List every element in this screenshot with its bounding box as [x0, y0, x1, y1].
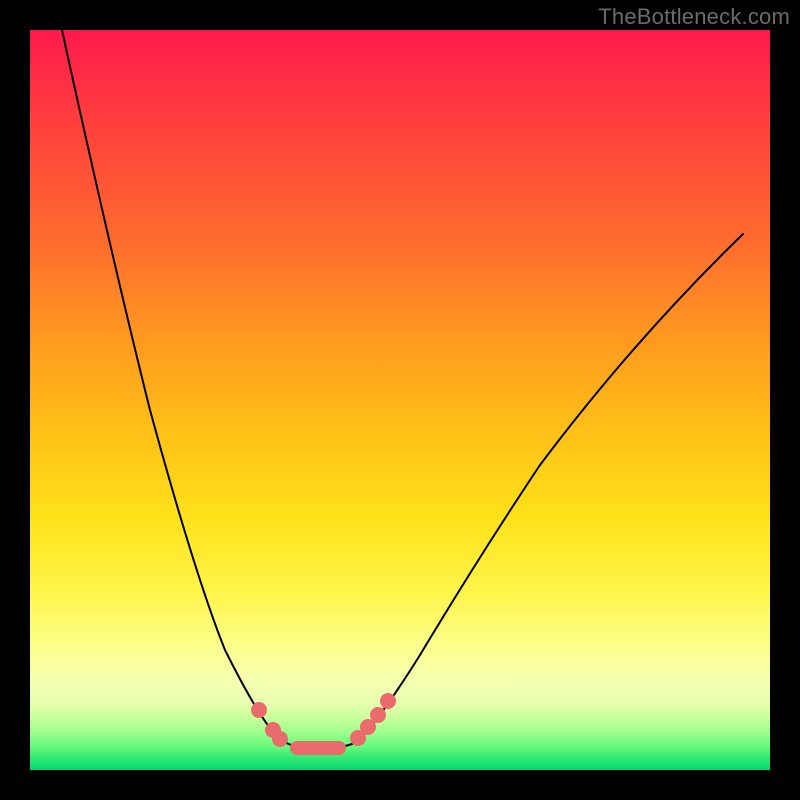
marker-pill [290, 741, 346, 755]
marker-dot [272, 731, 288, 747]
chart-plot-area [30, 30, 770, 770]
chart-frame: TheBottleneck.com [0, 0, 800, 800]
marker-dot [370, 707, 386, 723]
marker-dot [251, 702, 267, 718]
curve-right-branch [360, 234, 743, 739]
watermark-text: TheBottleneck.com [598, 4, 790, 30]
curve-left-branch [62, 30, 278, 738]
marker-dot [380, 693, 396, 709]
bottleneck-curve [30, 30, 770, 770]
